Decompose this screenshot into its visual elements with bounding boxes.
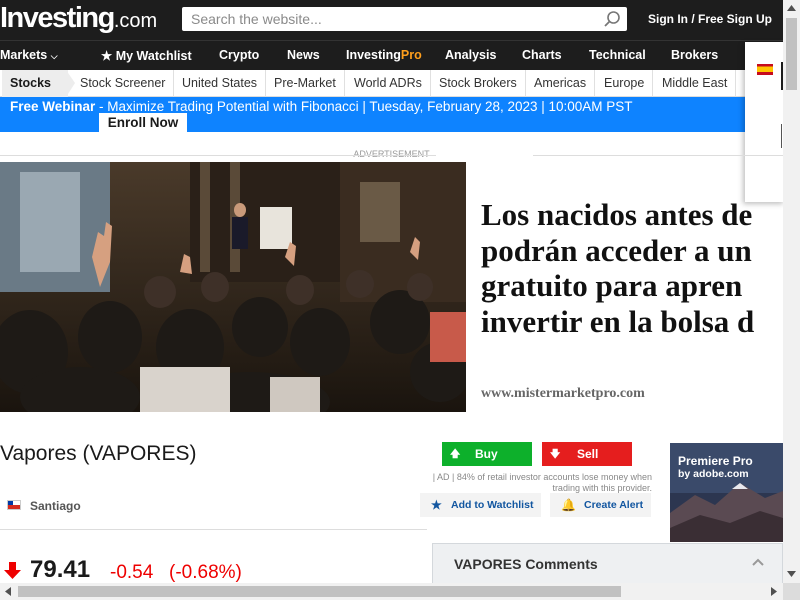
arrow-down-icon [4,562,21,579]
scroll-right-icon[interactable] [770,587,778,596]
banner-text: Free Webinar - Maximize Trading Potentia… [10,99,633,114]
price-change-percent: (-0.68%) [169,562,242,583]
risk-disclaimer: | AD | 84% of retail investor accounts l… [432,472,652,493]
side-ad-source: by adobe.com [678,468,749,480]
nav-technical[interactable]: Technical [589,48,646,62]
ad-url[interactable]: www.mistermarketpro.com [481,386,645,402]
subnav-united-states[interactable]: United States [174,70,267,97]
scroll-down-icon[interactable] [787,570,796,578]
horizontal-scrollbar[interactable] [0,583,783,600]
advertisement-label: ADVERTISEMENT [0,149,783,161]
price-change: -0.54 [110,562,154,583]
investing-logo[interactable]: Investing.com [0,2,157,35]
search-icon[interactable] [603,10,621,28]
search-input[interactable] [182,7,582,31]
chevron-up-icon [752,558,764,566]
nav-analysis[interactable]: Analysis [445,48,496,62]
nav-pro-accent: Pro [400,48,422,62]
sell-button[interactable]: 🡇 Sell [542,442,632,466]
instrument-title: Vapores (VAPORES) [0,442,197,465]
horizontal-scroll-thumb[interactable] [18,586,621,597]
watchlist-label: Add to Watchlist [451,499,534,511]
main-nav: Markets ⌵ ★ My Watchlist Crypto News Inv… [0,40,783,70]
star-icon: ★ [101,49,113,63]
logo-suffix: .com [113,10,158,32]
subnav-world-adrs[interactable]: World ADRs [346,70,431,97]
sell-label: Sell [577,447,599,461]
nav-pro-label: Investing [346,48,401,62]
subnav-middle-east[interactable]: Middle East [654,70,737,97]
nav-markets[interactable]: Markets ⌵ [0,48,58,62]
exchange-name: Santiago [30,499,81,513]
nav-charts[interactable]: Charts [522,48,562,62]
buy-button[interactable]: 🡅 Buy [442,442,532,466]
create-alert-button[interactable]: 🔔 Create Alert [550,493,651,517]
side-ad[interactable]: Premiere Pro by adobe.com [670,443,783,542]
subnav-stocks[interactable]: Stocks [2,70,68,97]
webinar-banner[interactable]: Free Webinar - Maximize Trading Potentia… [0,97,745,132]
sub-nav: Stocks Stock Screener United States Pre-… [0,70,783,97]
audience-photo [0,162,466,412]
bell-icon: 🔔 [561,498,576,512]
nav-my-watchlist[interactable]: ★ My Watchlist [101,48,192,63]
search-box [182,7,627,31]
subnav-stock-screener[interactable]: Stock Screener [72,70,175,97]
signin-link[interactable]: Sign In / Free Sign Up [648,12,772,26]
arrow-up-icon: 🡅 [450,449,461,460]
nav-brokers[interactable]: Brokers [671,48,718,62]
nav-watchlist-label: My Watchlist [115,49,192,63]
add-to-watchlist-button[interactable]: ★ Add to Watchlist [420,493,541,517]
banner-details: - Maximize Trading Potential with Fibona… [95,99,633,114]
nav-investing-pro[interactable]: InvestingPro [346,48,422,62]
language-popup[interactable] [745,42,785,202]
ad-image[interactable] [0,162,466,412]
scroll-up-icon[interactable] [787,4,796,12]
page: Investing.com Sign In / Free Sign Up Mar… [0,0,800,600]
banner-strong: Free Webinar [10,99,96,114]
side-ad-title: Premiere Pro [678,454,753,468]
nav-news[interactable]: News [287,48,320,62]
vertical-scroll-thumb[interactable] [786,18,797,90]
arrow-down-small-icon: 🡇 [550,449,561,460]
chile-flag-icon [7,500,21,510]
buy-label: Buy [475,447,498,461]
top-header: Investing.com Sign In / Free Sign Up [0,0,783,40]
ad-headline[interactable]: Los nacidos antes de podrán acceder a un… [481,197,754,339]
logo-text: Investing [0,2,115,34]
subnav-pre-market[interactable]: Pre-Market [266,70,345,97]
nav-markets-label: Markets [0,48,48,62]
divider [0,529,427,530]
subnav-europe[interactable]: Europe [596,70,654,97]
vertical-scrollbar[interactable] [783,0,800,583]
nav-crypto[interactable]: Crypto [219,48,259,62]
alert-label: Create Alert [584,499,644,511]
scroll-left-icon[interactable] [4,587,12,596]
comments-panel-toggle[interactable]: VAPORES Comments [432,543,783,583]
subnav-americas[interactable]: Americas [526,70,596,97]
scrollbar-corner [783,583,800,600]
spain-flag-icon [757,64,773,75]
chevron-down-icon: ⌵ [50,51,58,61]
subnav-stock-brokers[interactable]: Stock Brokers [431,70,526,97]
star-icon: ★ [431,498,442,512]
enroll-now-button[interactable]: Enroll Now [99,113,187,132]
comments-label: VAPORES Comments [454,556,598,572]
last-price: 79.41 [30,556,91,583]
